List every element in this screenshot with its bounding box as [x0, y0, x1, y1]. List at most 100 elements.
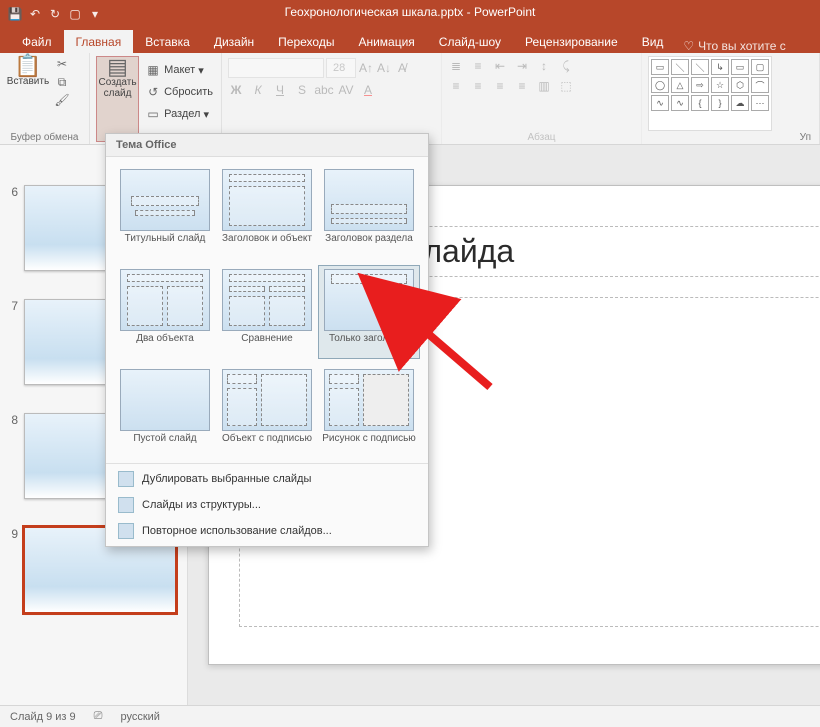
save-icon[interactable]: 💾 [6, 5, 24, 23]
format-painter-icon[interactable]: 🖌 [54, 92, 70, 108]
tab-slideshow[interactable]: Слайд-шоу [427, 30, 513, 53]
gallery-header: Тема Office [106, 134, 428, 157]
shape-line-icon[interactable]: ＼ [671, 59, 689, 75]
align-center-icon[interactable]: ≡ [470, 78, 486, 94]
font-size-combo[interactable]: 28 [326, 58, 356, 78]
smartart-icon[interactable]: ⬚ [558, 78, 574, 94]
layout-blank[interactable]: Пустой слайд [114, 365, 216, 459]
shape-brace2-icon[interactable]: } [711, 95, 729, 111]
layout-button[interactable]: ▦Макет ▾ [143, 60, 215, 80]
shape-brace-icon[interactable]: { [691, 95, 709, 111]
text-direction-icon[interactable]: ⤹ [558, 58, 574, 74]
section-icon: ▭ [145, 106, 161, 122]
layout-comparison[interactable]: Сравнение [216, 265, 318, 359]
duplicate-slides-item[interactable]: Дублировать выбранные слайды [106, 466, 428, 492]
layout-title-slide[interactable]: Титульный слайд [114, 165, 216, 259]
font-color-icon[interactable]: A [360, 82, 376, 98]
tell-me-search[interactable]: ♡ Что вы хотите с [683, 39, 785, 53]
thumb-number: 9 [6, 527, 18, 541]
layout-two-content[interactable]: Два объекта [114, 265, 216, 359]
quick-access-toolbar: 💾 ↶ ↻ ▢ ▾ [0, 5, 104, 23]
qat-dropdown-icon[interactable]: ▾ [86, 5, 104, 23]
italic-icon[interactable]: К [250, 82, 266, 98]
redo-icon[interactable]: ↻ [46, 5, 64, 23]
language-status[interactable]: русский [120, 711, 159, 723]
justify-icon[interactable]: ≡ [514, 78, 530, 94]
thumb-number: 8 [6, 413, 18, 427]
paste-button[interactable]: 📋 Вставить [6, 56, 50, 131]
tell-me-label: Что вы хотите с [698, 39, 786, 53]
tab-file[interactable]: Файл [10, 30, 64, 53]
line-spacing-icon[interactable]: ↕ [536, 58, 552, 74]
tab-review[interactable]: Рецензирование [513, 30, 630, 53]
grow-font-icon[interactable]: A↑ [358, 60, 374, 76]
layout-content-caption[interactable]: Объект с подписью [216, 365, 318, 459]
reuse-icon [118, 523, 134, 539]
reset-button[interactable]: ↺Сбросить [143, 82, 215, 102]
copy-icon[interactable]: ⧉ [54, 74, 70, 90]
shadow-icon[interactable]: abc [316, 82, 332, 98]
numbering-icon[interactable]: ≡ [470, 58, 486, 74]
tab-home[interactable]: Главная [64, 30, 134, 53]
duplicate-icon [118, 471, 134, 487]
shape-line2-icon[interactable]: ＼ [691, 59, 709, 75]
shape-rect-icon[interactable]: ▭ [731, 59, 749, 75]
ribbon-tabs: Файл Главная Вставка Дизайн Переходы Ани… [0, 28, 820, 53]
tab-animations[interactable]: Анимация [346, 30, 426, 53]
shape-rrect-icon[interactable]: ▢ [751, 59, 769, 75]
titlebar: 💾 ↶ ↻ ▢ ▾ Геохронологическая шкала.pptx … [0, 0, 820, 28]
indent-inc-icon[interactable]: ⇥ [514, 58, 530, 74]
layout-title-content[interactable]: Заголовок и объект [216, 165, 318, 259]
underline-icon[interactable]: Ч [272, 82, 288, 98]
clear-format-icon[interactable]: A̸ [394, 60, 410, 76]
shape-curve-icon[interactable]: ∿ [651, 95, 669, 111]
section-button[interactable]: ▭Раздел ▾ [143, 104, 215, 124]
shape-oval-icon[interactable]: ◯ [651, 77, 669, 93]
layout-picture-caption[interactable]: Рисунок с подписью [318, 365, 420, 459]
slide-counter[interactable]: Слайд 9 из 9 [10, 711, 76, 723]
cut-icon[interactable]: ✂ [54, 56, 70, 72]
window-title: Геохронологическая шкала.pptx - PowerPoi… [285, 5, 536, 19]
layout-title-only[interactable]: Только заголовок [318, 265, 420, 359]
thumb-number: 6 [6, 185, 18, 199]
layout-icon: ▦ [145, 62, 161, 78]
shapes-gallery[interactable]: ▭ ＼ ＼ ↳ ▭ ▢ ◯ △ ⇨ ☆ ⬡ ⌒ ∿ ∿ { } ☁ ⋯ [648, 56, 772, 131]
tab-design[interactable]: Дизайн [202, 30, 266, 53]
clipboard-icon: 📋 [20, 58, 36, 74]
thumb-number: 7 [6, 299, 18, 313]
shrink-font-icon[interactable]: A↓ [376, 60, 392, 76]
start-show-icon[interactable]: ▢ [66, 5, 84, 23]
shape-more-icon[interactable]: ⋯ [751, 95, 769, 111]
slides-from-outline-item[interactable]: Слайды из структуры... [106, 492, 428, 518]
shape-callout-icon[interactable]: ☁ [731, 95, 749, 111]
indent-dec-icon[interactable]: ⇤ [492, 58, 508, 74]
tab-transitions[interactable]: Переходы [266, 30, 346, 53]
layout-section-header[interactable]: Заголовок раздела [318, 165, 420, 259]
font-name-combo[interactable] [228, 58, 324, 78]
shape-hex-icon[interactable]: ⬡ [731, 77, 749, 93]
strike-icon[interactable]: S [294, 82, 310, 98]
columns-icon[interactable]: ▥ [536, 78, 552, 94]
align-right-icon[interactable]: ≡ [492, 78, 508, 94]
shape-freeform-icon[interactable]: ∿ [671, 95, 689, 111]
undo-icon[interactable]: ↶ [26, 5, 44, 23]
spellcheck-icon[interactable]: ⎚ [94, 710, 103, 723]
new-slide-icon: ▤ [110, 59, 126, 75]
shape-textbox-icon[interactable]: ▭ [651, 59, 669, 75]
reuse-slides-item[interactable]: Повторное использование слайдов... [106, 518, 428, 544]
bold-icon[interactable]: Ж [228, 82, 244, 98]
shape-connector-icon[interactable]: ↳ [711, 59, 729, 75]
bulb-icon: ♡ [683, 39, 694, 53]
align-left-icon[interactable]: ≡ [448, 78, 464, 94]
shape-tri-icon[interactable]: △ [671, 77, 689, 93]
new-slide-button[interactable]: ▤ Создать слайд [96, 56, 139, 142]
tab-insert[interactable]: Вставка [133, 30, 202, 53]
outline-icon [118, 497, 134, 513]
tab-view[interactable]: Вид [630, 30, 676, 53]
shape-arrow-icon[interactable]: ⇨ [691, 77, 709, 93]
shape-arc-icon[interactable]: ⌒ [751, 77, 769, 93]
layout-grid: Титульный слайд Заголовок и объект Загол… [106, 157, 428, 463]
spacing-icon[interactable]: AV [338, 82, 354, 98]
shape-star-icon[interactable]: ☆ [711, 77, 729, 93]
bullets-icon[interactable]: ≣ [448, 58, 464, 74]
